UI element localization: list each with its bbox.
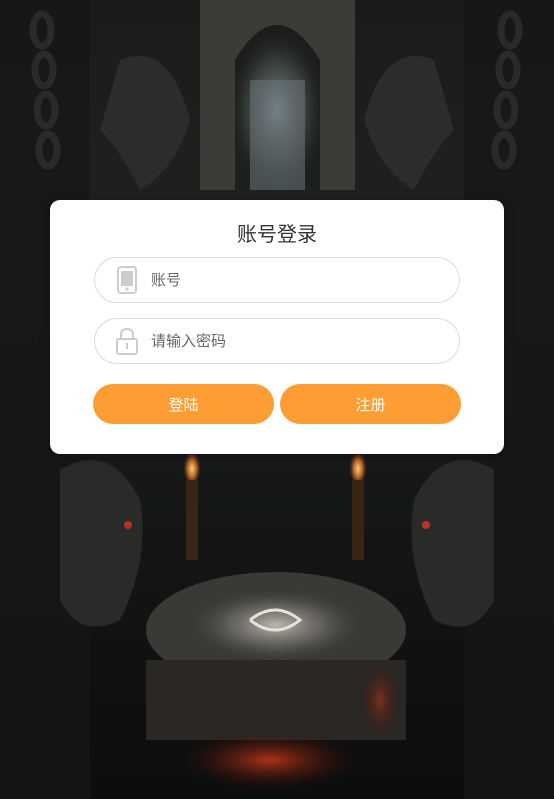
account-field[interactable]	[94, 257, 460, 303]
login-page: 账号登录 登陆 注册	[0, 0, 554, 799]
login-button[interactable]: 登陆	[93, 384, 274, 424]
login-title: 账号登录	[237, 222, 317, 246]
register-button[interactable]: 注册	[280, 384, 461, 424]
password-field[interactable]	[94, 318, 460, 364]
lock-icon	[116, 327, 138, 355]
password-input[interactable]	[151, 319, 441, 363]
phone-icon	[117, 266, 137, 294]
account-input[interactable]	[151, 258, 441, 302]
login-card: 账号登录 登陆 注册	[50, 200, 504, 454]
